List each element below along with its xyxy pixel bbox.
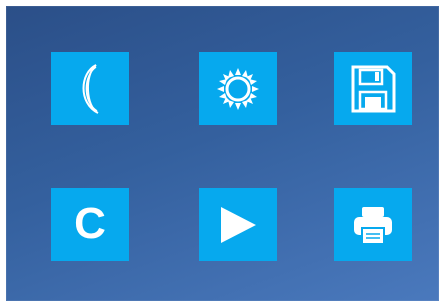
moon-icon — [82, 63, 99, 114]
play-icon — [221, 206, 256, 243]
print-button[interactable] — [334, 188, 412, 261]
save-button[interactable] — [334, 52, 412, 125]
moon-button[interactable] — [51, 52, 129, 125]
letter-c-icon: C — [74, 198, 106, 248]
icon-panel: C — [6, 6, 439, 301]
sun-icon — [217, 67, 259, 110]
sun-button[interactable] — [199, 52, 277, 125]
floppy-disk-icon — [351, 65, 396, 112]
printer-icon — [354, 206, 392, 243]
play-button[interactable] — [199, 188, 277, 261]
c-button[interactable]: C — [51, 188, 129, 261]
